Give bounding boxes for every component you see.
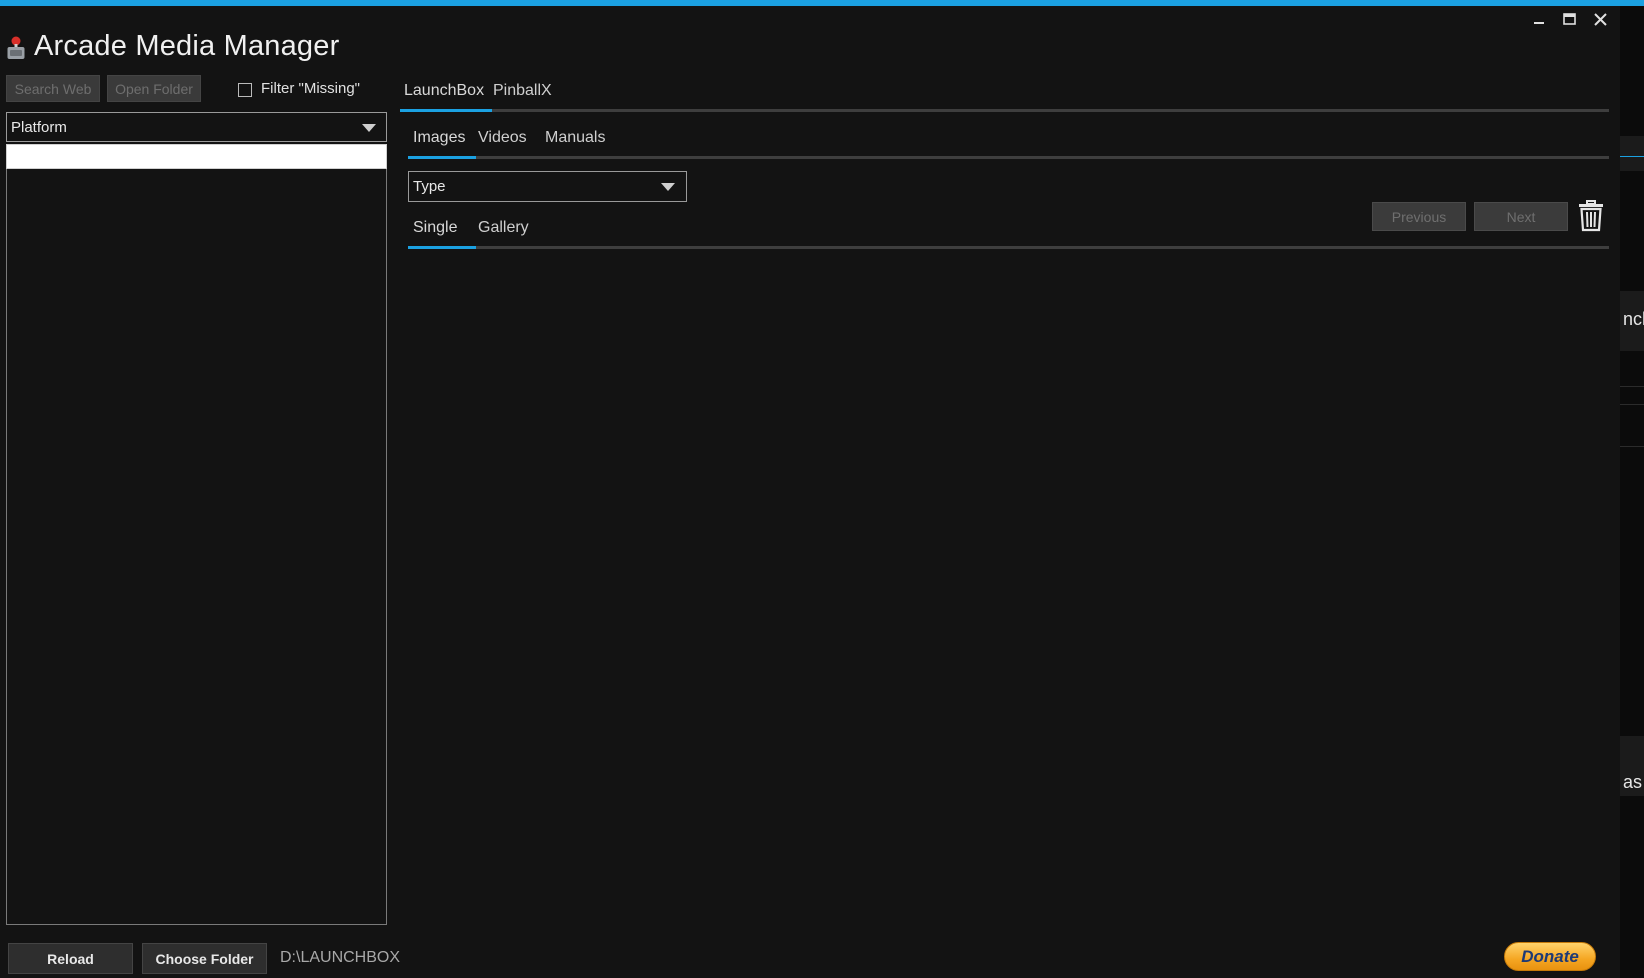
search-input[interactable] <box>6 144 387 169</box>
trash-icon[interactable] <box>1578 200 1604 232</box>
source-tab-rail <box>400 109 1609 112</box>
game-list[interactable] <box>6 169 387 925</box>
type-select[interactable]: Type <box>408 171 687 202</box>
filter-missing-label: Filter "Missing" <box>261 80 360 97</box>
tab-images[interactable]: Images <box>413 129 465 147</box>
background-line <box>1620 386 1644 387</box>
minimize-icon <box>1534 22 1544 24</box>
background-line <box>1620 446 1644 447</box>
maximize-icon <box>1562 13 1576 25</box>
chevron-down-icon <box>362 124 376 132</box>
tab-single[interactable]: Single <box>413 219 457 237</box>
background-line <box>1620 404 1644 405</box>
background-line <box>1620 156 1644 157</box>
platform-select-value: Platform <box>11 118 67 136</box>
chevron-down-icon <box>661 183 675 191</box>
app-icon <box>7 36 25 59</box>
close-icon <box>1593 12 1607 26</box>
media-tab-indicator <box>408 156 476 159</box>
next-button[interactable]: Next <box>1474 202 1568 231</box>
tab-gallery[interactable]: Gallery <box>478 219 529 237</box>
tab-launchbox[interactable]: LaunchBox <box>404 82 484 100</box>
background-block <box>1620 136 1644 171</box>
choose-folder-button[interactable]: Choose Folder <box>142 943 267 974</box>
background-text: nch <box>1623 309 1644 329</box>
view-tab-rail <box>408 246 1609 249</box>
view-tab-indicator <box>408 246 476 249</box>
app-title: Arcade Media Manager <box>34 30 340 62</box>
reload-button[interactable]: Reload <box>8 943 133 974</box>
maximize-button[interactable] <box>1555 6 1583 32</box>
background-window: nch as <box>1620 6 1644 978</box>
search-web-button[interactable]: Search Web <box>6 75 100 102</box>
minimize-button[interactable] <box>1525 6 1553 32</box>
type-select-value: Type <box>413 178 446 195</box>
open-folder-button[interactable]: Open Folder <box>107 75 201 102</box>
donate-button[interactable]: Donate <box>1504 942 1596 971</box>
platform-select[interactable]: Platform <box>6 112 387 142</box>
close-button[interactable] <box>1586 6 1614 32</box>
background-text: as <box>1623 772 1643 792</box>
previous-button[interactable]: Previous <box>1372 202 1466 231</box>
filter-missing-checkbox[interactable] <box>238 83 252 97</box>
tab-manuals[interactable]: Manuals <box>545 129 605 147</box>
tab-pinballx[interactable]: PinballX <box>493 82 552 100</box>
source-tab-indicator <box>400 109 492 112</box>
media-tab-rail <box>408 156 1609 159</box>
folder-path: D:\LAUNCHBOX <box>280 949 401 966</box>
tab-videos[interactable]: Videos <box>478 129 527 147</box>
